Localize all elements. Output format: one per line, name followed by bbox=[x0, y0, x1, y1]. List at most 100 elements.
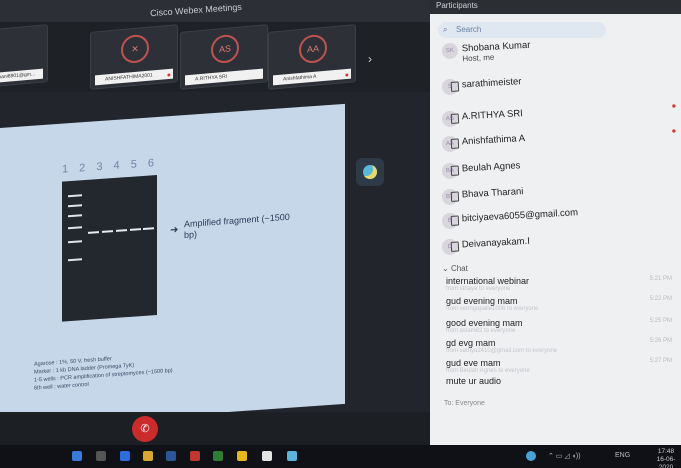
video-tile[interactable]: ✕ ANISHFATHIMA2001 ● bbox=[90, 24, 178, 90]
language-indicator[interactable]: ENG bbox=[615, 452, 630, 459]
clock[interactable]: 17:48 16-06-2020 bbox=[651, 448, 681, 468]
chat-text: good evening mam bbox=[446, 318, 523, 328]
ladder-band bbox=[68, 258, 82, 262]
participant-name: Beulah Agnes bbox=[461, 160, 521, 175]
sample-band bbox=[102, 230, 113, 233]
avatar: AS bbox=[211, 33, 239, 65]
chevron-down-icon: ⌄ bbox=[442, 264, 449, 273]
system-tray[interactable]: ⌃ ▭ ◿ ◖)) bbox=[548, 452, 581, 460]
chat-sender: from Beulah Agnes to everyone bbox=[446, 368, 530, 374]
participant-name: sarathimeister bbox=[461, 76, 522, 91]
phone-icon bbox=[450, 81, 460, 92]
chat-sender: from sathya2410@gmail.com to everyone bbox=[446, 348, 558, 354]
tile-name: Anishfathima A bbox=[273, 68, 351, 86]
taskbar: ⌃ ▭ ◿ ◖)) ENG 17:48 16-06-2020 bbox=[0, 445, 681, 468]
gel-image bbox=[62, 175, 157, 322]
excel-icon[interactable] bbox=[213, 451, 223, 461]
chat-sender: from sthaya to everyone bbox=[446, 286, 511, 292]
mic-muted-icon: ● bbox=[671, 101, 677, 111]
video-strip: balasubramani8901@gm... ✕ ANISHFATHIMA20… bbox=[0, 22, 430, 92]
tile-name: A.RITHYA SRI bbox=[185, 68, 263, 86]
participant-role: Host, me bbox=[462, 52, 495, 64]
phone-icon bbox=[450, 165, 460, 176]
participant-name: A.RITHYA SRI bbox=[461, 108, 524, 123]
avatar: ✕ bbox=[121, 33, 149, 65]
phone-icon bbox=[450, 215, 460, 226]
chat-text: mute ur audio bbox=[446, 376, 502, 386]
chat-time: 5:26 PM bbox=[649, 338, 672, 344]
participant-name: Anishfathima A bbox=[461, 133, 526, 148]
clock-date: 16-06-2020 bbox=[656, 456, 676, 468]
participant-name: Bhava Tharani bbox=[461, 186, 524, 201]
mic-muted-icon: ● bbox=[671, 126, 677, 136]
chevron-right-icon[interactable]: › bbox=[368, 52, 372, 66]
edge-icon[interactable] bbox=[120, 451, 130, 461]
search-icon: ⌕ bbox=[443, 25, 448, 34]
search-icon[interactable] bbox=[96, 451, 106, 461]
user-icon[interactable] bbox=[526, 451, 536, 461]
ladder-band bbox=[68, 214, 82, 218]
side-panel: Participants ⌕ Search SK Shobana Kumar H… bbox=[430, 0, 681, 445]
chat-time: 5:25 PM bbox=[649, 318, 672, 324]
webex-icon[interactable] bbox=[287, 451, 297, 461]
video-tile[interactable]: balasubramani8901@gm... bbox=[0, 24, 48, 90]
participant-name: Shobana Kumar bbox=[461, 39, 531, 55]
phone-icon bbox=[450, 138, 460, 149]
chat-sender: from aslam82 to everyone bbox=[446, 328, 516, 334]
arrow-icon: ➜ bbox=[170, 224, 179, 237]
sample-band bbox=[116, 229, 127, 232]
tile-name: ANISHFATHIMA2001 bbox=[95, 68, 173, 86]
window-titlebar: Cisco Webex Meetings bbox=[0, 0, 430, 22]
app-icon[interactable] bbox=[262, 451, 272, 461]
phone-icon bbox=[450, 113, 460, 124]
participant-name: bitciyaeva6055@gmail.com bbox=[461, 207, 579, 225]
participant-row[interactable]: S sarathimeister bbox=[430, 65, 681, 100]
ladder-band bbox=[68, 226, 82, 230]
chat-time: 5:27 PM bbox=[649, 358, 672, 364]
mic-muted-icon: ● bbox=[166, 71, 171, 80]
lane-numbers: 1 2 3 4 5 6 bbox=[62, 156, 158, 176]
ladder-band bbox=[68, 240, 82, 244]
participant-name: Deivanayakam.I bbox=[461, 235, 531, 251]
chrome-icon[interactable] bbox=[237, 451, 247, 461]
clock-time: 17:48 bbox=[657, 448, 675, 455]
word-icon[interactable] bbox=[166, 451, 176, 461]
phone-icon bbox=[450, 191, 460, 202]
sample-band bbox=[130, 228, 141, 231]
window-title: Cisco Webex Meetings bbox=[149, 1, 243, 19]
mic-muted-icon: ● bbox=[344, 71, 349, 80]
video-tile[interactable]: AS A.RITHYA SRI bbox=[180, 24, 268, 90]
video-tile[interactable]: AA Anishfathima A ● bbox=[268, 24, 356, 90]
sample-band bbox=[143, 227, 154, 231]
shared-slide: 1 2 3 4 5 6 ➜ Amplified fragment (~1500 … bbox=[0, 103, 345, 429]
chat-text: gd evg mam bbox=[446, 338, 496, 348]
screen: Cisco Webex Meetings balasubramani8901@g… bbox=[0, 0, 681, 468]
start-icon[interactable] bbox=[72, 451, 82, 461]
chat-sender: from venngopalle1006 to everyone bbox=[446, 306, 539, 312]
fragment-label: Amplified fragment (~1500 bp) bbox=[184, 211, 290, 241]
chat-text: international webinar bbox=[446, 276, 530, 286]
folder-icon[interactable] bbox=[143, 451, 153, 461]
avatar: SK bbox=[441, 42, 459, 60]
chat-text: gud evening mam bbox=[446, 296, 518, 306]
legend-line: 6th well : water control bbox=[34, 381, 89, 392]
chat-recipient-selector[interactable]: To: Everyone bbox=[444, 400, 485, 407]
powerpoint-icon[interactable] bbox=[190, 451, 200, 461]
chat-time: 5:21 PM bbox=[649, 276, 672, 282]
ladder-band bbox=[68, 204, 82, 208]
ladder-band bbox=[68, 194, 82, 198]
chat-time: 5:22 PM bbox=[649, 296, 672, 302]
meeting-stage: Cisco Webex Meetings balasubramani8901@g… bbox=[0, 0, 430, 445]
meeting-controls: ✆ bbox=[0, 412, 430, 445]
end-call-button[interactable]: ✆ bbox=[132, 416, 158, 442]
sample-band bbox=[88, 231, 99, 234]
chat-title: Chat bbox=[450, 264, 468, 273]
avatar: AA bbox=[299, 33, 327, 65]
chat-header[interactable]: ⌄ Chat bbox=[442, 264, 468, 273]
share-app-icon[interactable] bbox=[356, 158, 384, 186]
search-placeholder: Search bbox=[456, 25, 482, 34]
chat-text: gud eve mam bbox=[446, 358, 501, 368]
participants-header[interactable]: Participants bbox=[430, 0, 681, 14]
tile-name: balasubramani8901@gm... bbox=[0, 68, 43, 86]
phone-icon bbox=[450, 241, 460, 252]
